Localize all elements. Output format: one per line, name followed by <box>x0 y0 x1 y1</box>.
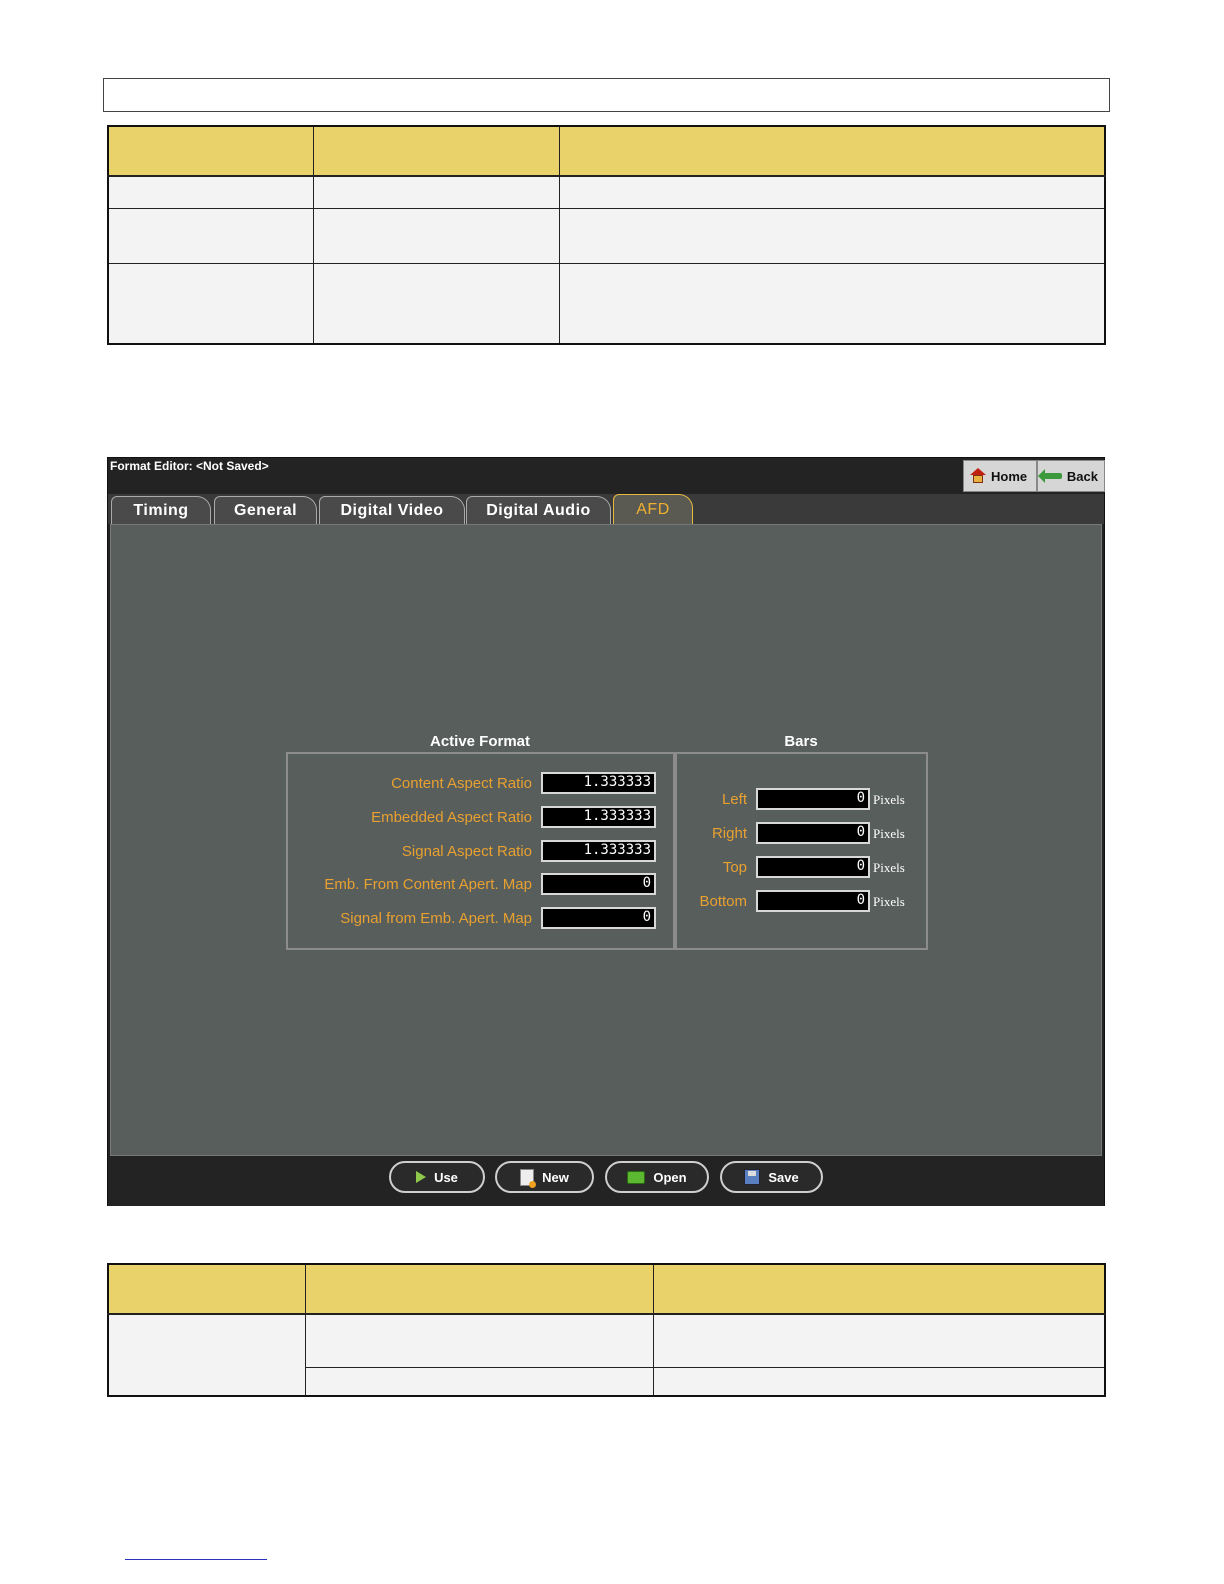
table-header-cell <box>313 125 560 177</box>
table-cell <box>559 207 1106 264</box>
table-header-cell <box>305 1263 654 1315</box>
content-aspect-ratio-field[interactable]: 1.333333 <box>541 772 656 794</box>
home-icon <box>970 468 986 484</box>
table-header-cell <box>107 125 314 177</box>
signal-from-emb-apert-map-field[interactable]: 0 <box>541 907 656 929</box>
table-cell <box>107 1313 306 1397</box>
back-arrow-icon <box>1038 469 1062 483</box>
bars-bottom-label: Bottom <box>699 893 747 910</box>
bars-top-label: Top <box>722 859 747 876</box>
emb-from-content-apert-map-field[interactable]: 0 <box>541 873 656 895</box>
tab-digital-video[interactable]: Digital Video <box>319 496 465 524</box>
open-button[interactable]: Open <box>605 1161 709 1193</box>
table-cell <box>305 1313 654 1368</box>
parameter-table-bottom <box>107 1263 1106 1397</box>
use-button-label: Use <box>434 1169 458 1185</box>
play-icon <box>416 1171 427 1183</box>
bars-right-field[interactable]: 0 <box>756 822 870 844</box>
table-header-cell <box>653 1263 1106 1315</box>
bars-bottom-unit: Pixels <box>873 894 905 909</box>
new-document-icon <box>520 1168 537 1188</box>
footer-link-underline <box>125 1559 267 1560</box>
embedded-aspect-ratio-label: Embedded Aspect Ratio <box>371 809 532 826</box>
window-title: Format Editor: <Not Saved> <box>110 459 269 473</box>
bars-left-label: Left <box>721 791 747 808</box>
save-button[interactable]: Save <box>720 1161 823 1193</box>
bars-left-unit: Pixels <box>873 792 905 807</box>
table-cell <box>107 262 314 345</box>
bars-right-unit: Pixels <box>873 826 905 841</box>
home-button[interactable]: Home <box>963 460 1037 492</box>
bars-bottom-field[interactable]: 0 <box>756 890 870 912</box>
signal-aspect-ratio-field[interactable]: 1.333333 <box>541 840 656 862</box>
table-cell <box>107 175 314 209</box>
table-cell <box>313 262 560 345</box>
new-button-label: New <box>542 1169 569 1185</box>
table-cell <box>559 175 1106 209</box>
bars-top-field[interactable]: 0 <box>756 856 870 878</box>
emb-from-content-apert-map-label: Emb. From Content Apert. Map <box>324 876 532 893</box>
home-button-label: Home <box>991 468 1028 484</box>
table-cell <box>107 207 314 264</box>
bars-left-field[interactable]: 0 <box>756 788 870 810</box>
back-button-label: Back <box>1066 468 1098 484</box>
table-cell <box>559 262 1106 345</box>
signal-from-emb-apert-map-label: Signal from Emb. Apert. Map <box>340 910 532 927</box>
back-button[interactable]: Back <box>1037 460 1105 492</box>
tab-digital-audio[interactable]: Digital Audio <box>466 496 611 524</box>
format-editor-window: Format Editor: <Not Saved> Home Back Tim… <box>107 457 1105 1206</box>
signal-aspect-ratio-label: Signal Aspect Ratio <box>401 843 532 860</box>
tab-timing[interactable]: Timing <box>111 496 211 524</box>
page-header-box <box>103 78 1110 112</box>
bars-top-unit: Pixels <box>873 860 905 875</box>
floppy-disk-icon <box>744 1169 761 1185</box>
embedded-aspect-ratio-field[interactable]: 1.333333 <box>541 806 656 828</box>
content-aspect-ratio-label: Content Aspect Ratio <box>391 775 532 792</box>
table-cell <box>653 1313 1106 1368</box>
table-cell <box>305 1366 654 1397</box>
table-cell <box>313 207 560 264</box>
use-button[interactable]: Use <box>389 1161 485 1193</box>
new-button[interactable]: New <box>495 1161 594 1193</box>
tab-general[interactable]: General <box>214 496 317 524</box>
bars-right-label: Right <box>711 825 747 842</box>
table-header-cell <box>559 125 1106 177</box>
table-header-cell <box>107 1263 306 1315</box>
tab-afd[interactable]: AFD <box>613 494 693 524</box>
bars-title: Bars <box>784 733 818 750</box>
bars-group <box>675 752 928 950</box>
table-cell <box>653 1366 1106 1397</box>
parameter-table-top <box>107 125 1106 345</box>
active-format-title: Active Format <box>429 733 531 750</box>
folder-icon <box>627 1170 646 1184</box>
table-cell <box>313 175 560 209</box>
open-button-label: Open <box>653 1169 687 1185</box>
save-button-label: Save <box>768 1169 799 1185</box>
